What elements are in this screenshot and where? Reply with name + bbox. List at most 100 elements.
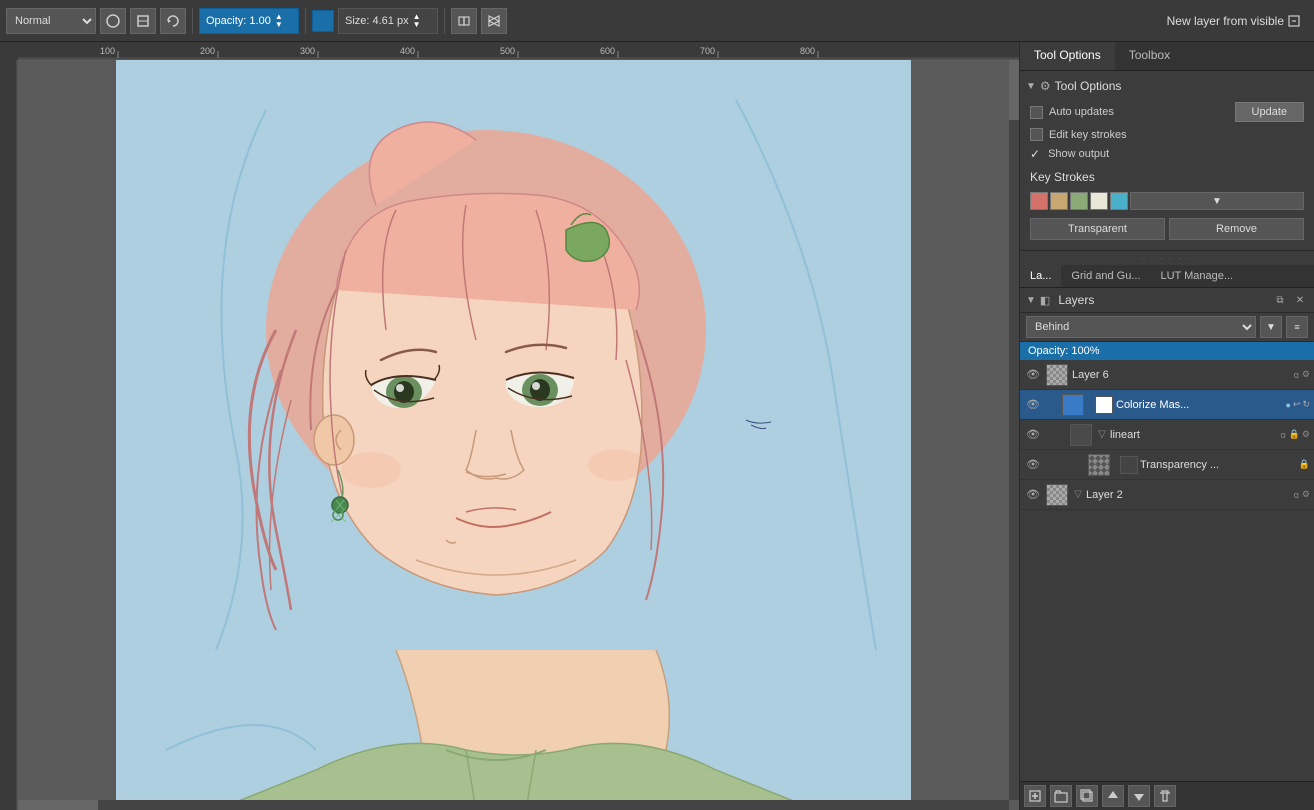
show-output-label: Show output [1048, 148, 1109, 160]
tab-tool-options[interactable]: Tool Options [1020, 42, 1115, 70]
size-down[interactable]: ▼ [413, 21, 421, 29]
auto-updates-label: Auto updates [1049, 106, 1114, 118]
add-group-icon [1054, 789, 1068, 803]
transparency-visibility[interactable]: 👁 [1024, 456, 1042, 474]
scrollbar-vertical[interactable] [1009, 60, 1019, 800]
toolbar-sep-2 [305, 8, 306, 34]
update-button[interactable]: Update [1235, 102, 1304, 122]
new-layer-icon [1288, 15, 1300, 27]
tab-layers[interactable]: La... [1020, 265, 1061, 287]
layer-row-layer6[interactable]: 👁 Layer 6 α ⚙ [1020, 360, 1314, 390]
ruler-horizontal: 100 200 300 400 500 600 700 800 [18, 42, 1019, 60]
tool-options-panel: ▼ ⚙ Tool Options Auto updates Update Edi… [1020, 71, 1314, 251]
duplicate-layer-btn[interactable] [1076, 785, 1098, 807]
size-arrows[interactable]: ▲ ▼ [413, 13, 421, 29]
swatch-white[interactable] [1090, 192, 1108, 210]
blend-mode-select[interactable]: Behind Normal Multiply Screen [1026, 316, 1256, 338]
layer2-name: Layer 2 [1086, 489, 1291, 501]
layers-header: ▼ ◧ Layers ⧉ ✕ [1020, 288, 1314, 313]
swatch-red[interactable] [1030, 192, 1048, 210]
scrollbar-horizontal[interactable] [18, 800, 1009, 810]
swatch-green[interactable] [1070, 192, 1088, 210]
filter-icon-btn[interactable]: ▼ [1260, 316, 1282, 338]
lineart-name: lineart [1110, 429, 1278, 441]
delete-layer-btn[interactable] [1154, 785, 1176, 807]
tab-grid-guides[interactable]: Grid and Gu... [1061, 265, 1150, 287]
key-strokes-label: Key Strokes [1026, 164, 1308, 188]
transparent-button[interactable]: Transparent [1030, 218, 1165, 240]
layer-row-layer2[interactable]: 👁 ▽ Layer 2 α ⚙ [1020, 480, 1314, 510]
layer6-visibility[interactable]: 👁 [1024, 366, 1042, 384]
auto-updates-checkbox[interactable] [1030, 106, 1043, 119]
tool-options-section-label: Tool Options [1055, 79, 1122, 93]
svg-text:400: 400 [400, 46, 415, 56]
panel-tabs: Tool Options Toolbox [1020, 42, 1314, 71]
panel-separator: · · · · · · [1020, 251, 1314, 265]
canvas-image[interactable] [116, 60, 911, 800]
color-indicator[interactable] [312, 10, 334, 32]
layer2-gear: ⚙ [1302, 489, 1310, 500]
tool-refresh[interactable] [160, 8, 186, 34]
lineart-visibility[interactable]: 👁 [1024, 426, 1042, 444]
canvas-content[interactable] [18, 60, 1009, 800]
layer-row-colorize[interactable]: 👁 Colorize Mas... ● ↩ ↻ [1020, 390, 1314, 420]
edit-key-strokes-row: Edit key strokes [1026, 125, 1308, 144]
right-panel: Tool Options Toolbox ▼ ⚙ Tool Options Au… [1019, 42, 1314, 810]
swatch-yellow[interactable] [1050, 192, 1068, 210]
layers-icons: ⧉ ✕ [1272, 292, 1308, 308]
layer6-icons: α ⚙ [1293, 369, 1310, 380]
svg-text:200: 200 [200, 46, 215, 56]
canvas-wrapper: 100 200 300 400 500 600 700 800 [0, 42, 1019, 810]
scrollbar-v-thumb[interactable] [1009, 60, 1019, 120]
layers-section-icon: ◧ [1040, 294, 1050, 307]
layer-row-transparency[interactable]: 👁 Transparency ... 🔒 [1020, 450, 1314, 480]
add-layer-btn[interactable] [1024, 785, 1046, 807]
colorize-tool-icon: ↩ [1293, 399, 1301, 410]
new-layer-button[interactable]: New layer from visible [1159, 0, 1308, 41]
move-down-btn[interactable] [1128, 785, 1150, 807]
opacity-label: Opacity: 1.00 [206, 15, 271, 27]
tool-options-header: ▼ ⚙ Tool Options [1026, 77, 1308, 99]
tool-icon-1[interactable] [100, 8, 126, 34]
auto-updates-row: Auto updates Update [1026, 99, 1308, 125]
layers-duplicate-icon[interactable]: ⧉ [1272, 292, 1288, 308]
opacity-control[interactable]: Opacity: 1.00 ▲ ▼ [199, 8, 299, 34]
keystroke-buttons: Transparent Remove [1026, 214, 1308, 244]
colorize-visibility[interactable]: 👁 [1024, 396, 1042, 414]
layer6-alpha: α [1294, 370, 1299, 380]
color-swatches-row: ▼ [1026, 188, 1308, 214]
tool-mode-select[interactable]: Normal [6, 8, 96, 34]
flip-h-btn[interactable] [451, 8, 477, 34]
flip-v-btn[interactable] [481, 8, 507, 34]
layer2-visibility[interactable]: 👁 [1024, 486, 1042, 504]
layers-section: · · · · · · La... Grid and Gu... LUT Man… [1020, 251, 1314, 810]
swatch-dropdown[interactable]: ▼ [1130, 192, 1304, 210]
layers-close-icon[interactable]: ✕ [1292, 292, 1308, 308]
tab-grid-label: Grid and Gu... [1071, 270, 1140, 282]
remove-button[interactable]: Remove [1169, 218, 1304, 240]
opacity-arrows[interactable]: ▲ ▼ [275, 13, 283, 29]
opacity-bar[interactable]: Opacity: 100% [1020, 342, 1314, 360]
size-control[interactable]: Size: 4.61 px ▲ ▼ [338, 8, 438, 34]
layers-filter-btn[interactable]: ≡ [1286, 316, 1308, 338]
add-group-btn[interactable] [1050, 785, 1072, 807]
delete-layer-icon [1158, 789, 1172, 803]
layer-row-lineart[interactable]: 👁 ▽ lineart α 🔒 ⚙ [1020, 420, 1314, 450]
colorize-icons: ● ↩ ↻ [1285, 399, 1310, 410]
main-area: 100 200 300 400 500 600 700 800 [0, 42, 1314, 810]
lineart-icons: α 🔒 ⚙ [1280, 429, 1311, 440]
layer2-alpha: α [1294, 490, 1299, 500]
ruler-vertical [0, 60, 18, 810]
edit-key-strokes-checkbox[interactable] [1030, 128, 1043, 141]
opacity-down[interactable]: ▼ [275, 21, 283, 29]
expand-icon[interactable]: ▼ [1026, 81, 1036, 92]
move-up-btn[interactable] [1102, 785, 1124, 807]
layers-expand-icon[interactable]: ▼ [1026, 295, 1036, 306]
tab-toolbox[interactable]: Toolbox [1115, 42, 1184, 70]
tab-lut[interactable]: LUT Manage... [1151, 265, 1244, 287]
tool-icon-2[interactable] [130, 8, 156, 34]
move-down-icon [1132, 789, 1146, 803]
scrollbar-h-thumb[interactable] [18, 800, 98, 810]
swatch-blue[interactable] [1110, 192, 1128, 210]
colorize-refresh-icon: ↻ [1302, 399, 1310, 410]
